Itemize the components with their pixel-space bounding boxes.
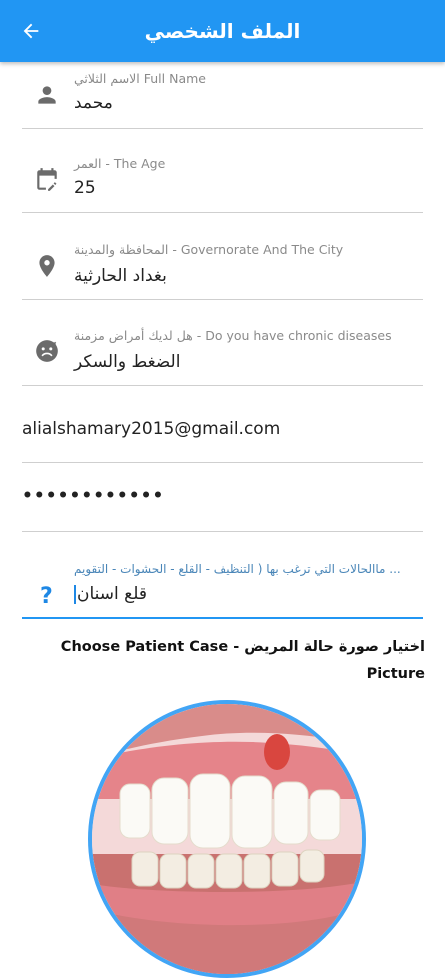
city-value: بغداد الحارثية bbox=[74, 266, 167, 286]
full-name-field[interactable]: الاسم الثلاثي Full Name محمد bbox=[22, 66, 423, 130]
case-field[interactable]: ? ماالحالات التي ترغب بها ( التنظيف - ال… bbox=[22, 556, 423, 620]
sick-face-icon bbox=[36, 340, 58, 362]
age-label: العمر - The Age bbox=[74, 156, 166, 171]
help-question-icon: ? bbox=[40, 584, 53, 609]
patient-case-photo[interactable] bbox=[88, 700, 366, 978]
city-label: المحافظة والمدينة - Governorate And The … bbox=[74, 242, 344, 257]
age-value: 25 bbox=[74, 178, 96, 198]
email-value: alialshamary2015@gmail.com bbox=[22, 419, 281, 439]
text-caret bbox=[74, 584, 76, 604]
calendar-edit-icon bbox=[37, 168, 57, 191]
age-field[interactable]: العمر - The Age 25 bbox=[22, 150, 423, 214]
chronic-diseases-field[interactable]: هل لديك أمراض مزمنة - Do you have chroni… bbox=[22, 322, 423, 386]
case-value: قلع اسنان bbox=[74, 584, 147, 604]
focus-underline bbox=[22, 617, 423, 619]
password-field[interactable]: •••••••••••• bbox=[22, 476, 423, 532]
city-field[interactable]: المحافظة والمدينة - Governorate And The … bbox=[22, 236, 423, 300]
location-pin-icon bbox=[39, 255, 55, 277]
page-title: الملف الشخصي bbox=[144, 19, 301, 43]
choose-case-picture-label[interactable]: Choose Patient Case - اختيار صورة حالة ا… bbox=[60, 634, 425, 688]
person-icon bbox=[38, 86, 56, 104]
divider bbox=[22, 385, 423, 386]
app-bar: الملف الشخصي bbox=[0, 0, 445, 62]
full-name-value: محمد bbox=[74, 93, 113, 113]
divider bbox=[22, 462, 423, 463]
teeth-photo-illustration bbox=[92, 704, 362, 974]
divider bbox=[22, 531, 423, 532]
full-name-label: الاسم الثلاثي Full Name bbox=[74, 71, 206, 86]
email-field[interactable]: alialshamary2015@gmail.com bbox=[22, 408, 423, 464]
divider bbox=[22, 128, 423, 129]
divider bbox=[22, 212, 423, 213]
case-value-text: قلع اسنان bbox=[77, 584, 147, 604]
password-value: •••••••••••• bbox=[22, 486, 165, 506]
chronic-diseases-value: الضغط والسكر bbox=[74, 352, 181, 372]
case-label: ماالحالات التي ترغب بها ( التنظيف - القل… bbox=[74, 562, 401, 576]
divider bbox=[22, 299, 423, 300]
chronic-diseases-label: هل لديك أمراض مزمنة - Do you have chroni… bbox=[74, 328, 392, 343]
